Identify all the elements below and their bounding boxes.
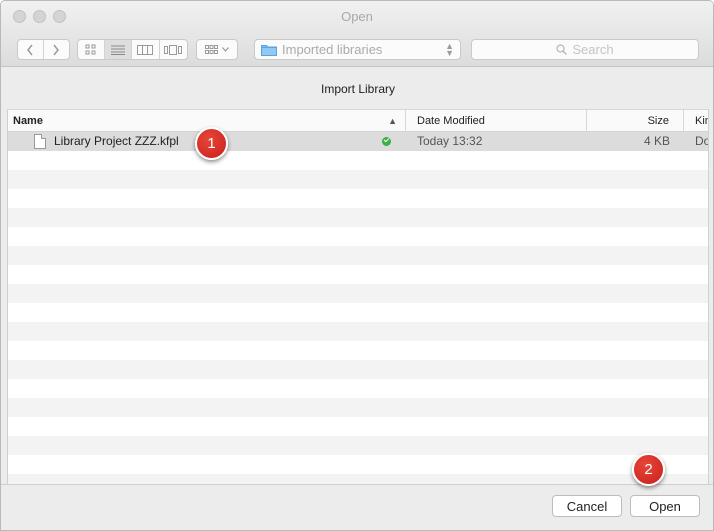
column-size[interactable]: Size xyxy=(587,110,684,132)
column-kind-label: Kin xyxy=(695,115,708,127)
chevron-right-icon xyxy=(53,44,60,55)
coverflow-view-icon xyxy=(164,44,183,55)
empty-row xyxy=(8,322,708,341)
location-label: Imported libraries xyxy=(282,42,383,57)
column-date-label: Date Modified xyxy=(417,115,485,127)
arrange-button[interactable] xyxy=(197,40,237,59)
search-placeholder: Search xyxy=(572,42,614,57)
list-view-button[interactable] xyxy=(104,40,133,59)
icon-view-button[interactable] xyxy=(78,40,105,59)
column-size-label: Size xyxy=(647,115,669,127)
file-list: Name ▲ Date Modified Size Kin Library Pr… xyxy=(7,110,709,484)
coverflow-view-button[interactable] xyxy=(160,40,187,59)
column-name-label: Name xyxy=(13,115,43,127)
empty-row xyxy=(8,417,708,436)
sort-ascending-icon: ▲ xyxy=(388,116,397,126)
document-icon xyxy=(34,134,46,149)
check-icon xyxy=(382,137,391,146)
empty-row xyxy=(8,208,708,227)
view-mode-buttons xyxy=(77,39,188,60)
chevron-down-icon xyxy=(222,47,229,52)
file-date: Today 13:32 xyxy=(417,134,483,148)
column-date[interactable]: Date Modified xyxy=(406,110,587,132)
empty-row xyxy=(8,227,708,246)
table-row[interactable]: Library Project ZZZ.kfpl Today 13:32 4 K… xyxy=(8,132,708,151)
step-badge-1: 1 xyxy=(195,127,228,160)
folder-icon xyxy=(261,43,277,56)
empty-row xyxy=(8,303,708,322)
empty-row xyxy=(8,341,708,360)
empty-row xyxy=(8,284,708,303)
empty-row xyxy=(8,379,708,398)
forward-button[interactable] xyxy=(44,40,69,59)
window-title: Open xyxy=(341,9,373,24)
open-dialog: Open Imported libraries ▲ ▼ Search Impor… xyxy=(0,0,714,531)
column-view-button[interactable] xyxy=(132,40,160,59)
search-field[interactable]: Search xyxy=(471,39,699,60)
empty-row xyxy=(8,455,708,474)
empty-row xyxy=(8,151,708,170)
arrange-popup[interactable] xyxy=(196,39,238,60)
file-rows: Library Project ZZZ.kfpl Today 13:32 4 K… xyxy=(8,132,708,484)
titlebar: Open Imported libraries ▲ ▼ Search xyxy=(1,1,713,67)
updown-arrows-icon: ▲ ▼ xyxy=(445,41,454,58)
empty-row xyxy=(8,189,708,208)
open-button[interactable]: Open xyxy=(630,495,700,517)
step-badge-2: 2 xyxy=(632,453,665,486)
empty-row xyxy=(8,474,708,484)
nav-buttons xyxy=(17,39,70,60)
chevron-left-icon xyxy=(27,44,33,55)
empty-row xyxy=(8,360,708,379)
empty-row xyxy=(8,246,708,265)
list-view-icon xyxy=(110,45,125,55)
accessory-title: Import Library xyxy=(7,68,709,110)
empty-row xyxy=(8,398,708,417)
empty-row xyxy=(8,265,708,284)
icon-view-icon xyxy=(85,44,96,55)
cancel-button[interactable]: Cancel xyxy=(552,495,622,517)
column-kind[interactable]: Kin xyxy=(684,110,708,132)
file-size: 4 KB xyxy=(643,134,670,148)
column-view-icon xyxy=(137,44,154,55)
file-name: Library Project ZZZ.kfpl xyxy=(54,134,179,148)
dialog-footer: Cancel Open xyxy=(1,484,713,530)
back-button[interactable] xyxy=(18,40,44,59)
grid-arrange-icon xyxy=(205,45,218,54)
file-kind: Do xyxy=(695,134,709,148)
search-icon xyxy=(556,44,568,55)
location-popup[interactable]: Imported libraries ▲ ▼ xyxy=(254,39,461,60)
column-headers: Name ▲ Date Modified Size Kin xyxy=(8,110,708,132)
empty-row xyxy=(8,170,708,189)
empty-row xyxy=(8,436,708,455)
